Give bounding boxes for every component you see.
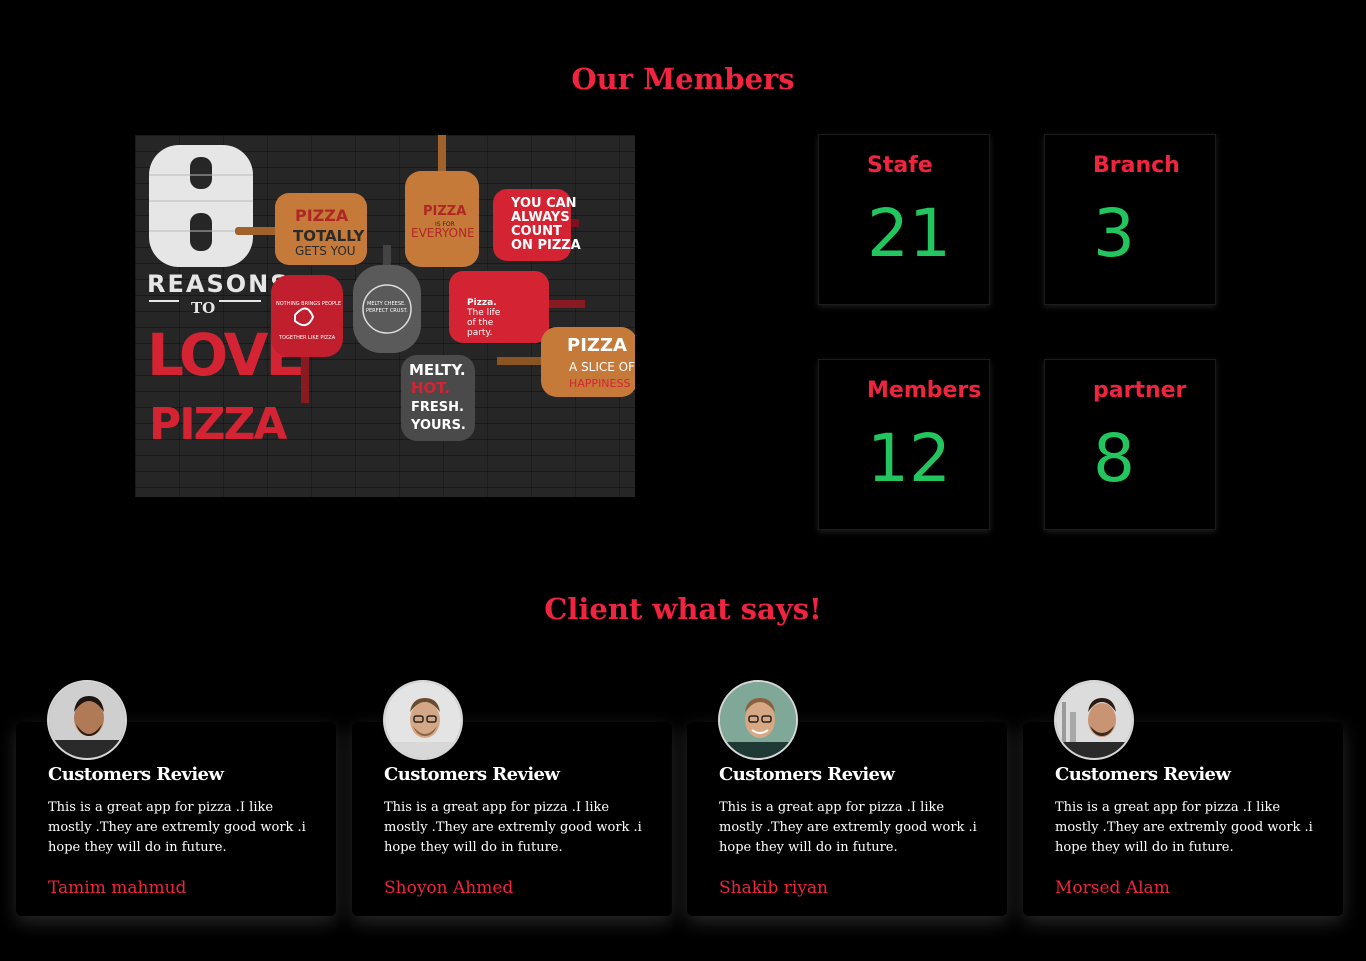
- poster-paddle-text: YOURS.: [410, 418, 466, 433]
- poster-paddle-text: GETS YOU: [295, 244, 356, 258]
- poster-paddle-text: NOTHING BRINGS PEOPLE: [276, 301, 341, 307]
- poster-paddle-text: A SLICE OF: [569, 360, 635, 374]
- stat-card-partner: partner 8: [1044, 359, 1216, 530]
- reviewer-name: Shoyon Ahmed: [384, 878, 514, 898]
- poster-paddle-text: The life: [466, 308, 501, 318]
- stat-label: Stafe: [867, 153, 933, 178]
- stat-label: partner: [1093, 378, 1187, 403]
- review-card: Customers Review This is a great app for…: [687, 680, 1007, 916]
- review-title: Customers Review: [384, 764, 560, 785]
- poster-paddle-text: HOT.: [411, 379, 450, 397]
- stat-value: 12: [867, 420, 951, 497]
- avatar: [383, 680, 463, 760]
- poster-paddle-text: PERFECT CRUST.: [366, 308, 408, 314]
- poster-paddle-text: MELTY CHEESE.: [367, 301, 406, 307]
- review-text: This is a great app for pizza .I like mo…: [1055, 800, 1313, 855]
- review-text: This is a great app for pizza .I like mo…: [384, 800, 642, 855]
- poster-paddle-text: party.: [467, 328, 492, 338]
- reviewer-name: Tamim mahmud: [48, 878, 187, 898]
- reviewer-name: Morsed Alam: [1055, 878, 1170, 898]
- poster-paddle-text: TOGETHER LIKE PIZZA: [278, 335, 336, 341]
- poster-paddle-text: YOU CAN: [510, 196, 577, 211]
- stat-card-stafe: Stafe 21: [818, 134, 990, 305]
- poster-paddle-text: TOTALLY: [293, 227, 365, 245]
- reviewer-name: Shakib riyan: [719, 878, 829, 898]
- poster-big-eight: [149, 145, 253, 267]
- poster-to-text: TO: [191, 299, 215, 317]
- stat-card-members: Members 12: [818, 359, 990, 530]
- review-text: This is a great app for pizza .I like mo…: [719, 800, 977, 855]
- stat-label: Branch: [1093, 153, 1180, 178]
- review-text: This is a great app for pizza .I like mo…: [48, 800, 306, 855]
- poster-paddle-text: HAPPINESS: [569, 377, 630, 390]
- poster-paddle-text: PIZZA: [423, 204, 466, 219]
- avatar: [1054, 680, 1134, 760]
- clients-section-title: Client what says!: [544, 592, 822, 626]
- poster-reasons-text: REASONS: [147, 270, 290, 298]
- review-title: Customers Review: [719, 764, 895, 785]
- avatar: [718, 680, 798, 760]
- members-section-title: Our Members: [571, 62, 795, 96]
- poster-paddle-text: Pizza.: [467, 298, 497, 308]
- pizza-poster-image: REASONS TO LOVE PIZZA PIZZA TOTALLY GETS…: [135, 135, 635, 497]
- poster-paddle-text: ON PIZZA: [511, 238, 581, 253]
- stat-value: 21: [867, 195, 951, 272]
- poster-paddle-text: of the: [467, 318, 494, 328]
- poster-paddle-text: MELTY.: [409, 361, 466, 379]
- stat-card-branch: Branch 3: [1044, 134, 1216, 305]
- avatar: [47, 680, 127, 760]
- stat-label: Members: [867, 378, 982, 403]
- poster-paddle-text: COUNT: [511, 224, 562, 239]
- review-card: Customers Review This is a great app for…: [16, 680, 336, 916]
- stat-value: 3: [1093, 195, 1135, 272]
- stat-value: 8: [1093, 420, 1135, 497]
- review-card: Customers Review This is a great app for…: [352, 680, 672, 916]
- poster-paddle-text: PIZZA: [567, 335, 627, 356]
- poster-paddle-text: FRESH.: [411, 400, 464, 415]
- review-title: Customers Review: [1055, 764, 1231, 785]
- poster-pizza-text: PIZZA: [149, 399, 287, 450]
- poster-paddle-text: PIZZA: [295, 206, 349, 225]
- poster-paddle-text: ALWAYS: [511, 210, 570, 225]
- poster-paddle-text: EVERYONE: [411, 226, 475, 240]
- review-title: Customers Review: [48, 764, 224, 785]
- review-card: Customers Review This is a great app for…: [1023, 680, 1343, 916]
